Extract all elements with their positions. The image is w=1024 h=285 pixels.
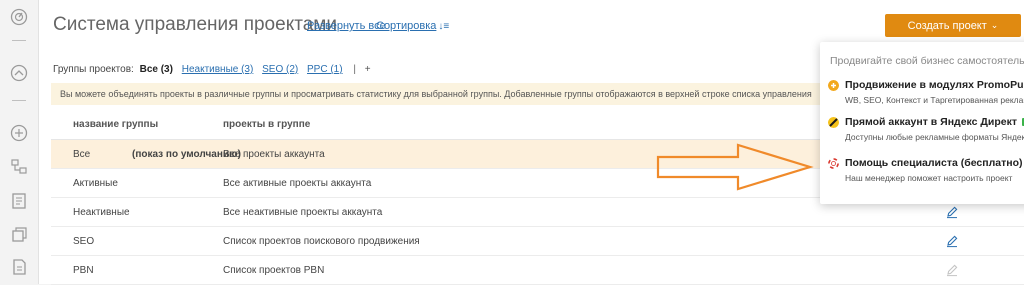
group-name: PBN xyxy=(73,264,94,276)
menu-item-title: Помощь специалиста (бесплатно) xyxy=(845,157,1023,169)
group-name: Активные xyxy=(73,177,118,189)
hierarchy-icon[interactable] xyxy=(10,124,28,142)
group-name: Все xyxy=(73,148,91,160)
sidebar-divider xyxy=(12,40,26,41)
page-title: Система управления проектами xyxy=(53,14,337,35)
groups-label: Группы проектов: xyxy=(53,64,134,75)
table-row: SEO Список проектов поискового продвижени… xyxy=(51,227,1024,256)
report-icon[interactable] xyxy=(10,192,28,210)
column-header-name: название группы xyxy=(73,118,159,130)
chevron-down-icon: ⌄ xyxy=(990,20,999,30)
group-filter-seo[interactable]: SEO (2) xyxy=(262,64,298,75)
sort-icon: ↓≡ xyxy=(438,21,450,32)
group-name-cell: PBN xyxy=(51,265,223,276)
group-filter-ppc[interactable]: PPC (1) xyxy=(307,64,343,75)
speedometer-icon[interactable] xyxy=(10,8,28,26)
group-projects-cell: Список проектов поискового продвижения xyxy=(223,235,420,247)
group-name-cell: SEO xyxy=(51,236,223,247)
sitemap-icon[interactable] xyxy=(10,158,28,176)
default-note: (показ по умолчанию) xyxy=(132,148,241,160)
pencil-icon[interactable] xyxy=(945,234,959,248)
stack-icon[interactable] xyxy=(10,226,28,244)
table-row: PBN Список проектов PBN xyxy=(51,256,1024,285)
pencil-icon[interactable] xyxy=(945,205,959,219)
menu-item-subtitle: WB, SEO, Контекст и Таргетированная рекл… xyxy=(845,95,1024,105)
info-banner: Вы можете объединять проекты в различные… xyxy=(51,83,820,105)
document-icon[interactable] xyxy=(10,258,28,276)
annotation-arrow xyxy=(656,143,814,191)
sidebar-divider xyxy=(12,100,26,101)
menu-item-title-text: Прямой аккаунт в Яндекс Директ xyxy=(845,116,1018,128)
create-project-label: Создать проект xyxy=(907,19,987,32)
group-projects-cell: Все неактивные проекты аккаунта xyxy=(223,206,383,218)
group-filter-bar: Группы проектов: Все (3) Неактивные (3) … xyxy=(53,64,371,75)
sidebar xyxy=(0,0,39,284)
yandex-direct-icon xyxy=(828,117,839,128)
group-name: Неактивные xyxy=(73,206,130,218)
group-name-cell: Все (показ по умолчанию) xyxy=(51,148,241,160)
sort-link[interactable]: Сортировка ↓≡ xyxy=(376,20,449,32)
speedometer-icon[interactable] xyxy=(10,64,28,82)
pencil-icon[interactable] xyxy=(945,263,959,277)
main-content: Система управления проектами Развернуть … xyxy=(39,0,1024,285)
group-separator: | xyxy=(353,64,356,75)
menu-item-subtitle: Доступны любые рекламные форматы Яндекс xyxy=(845,132,1024,142)
group-filter-all[interactable]: Все (3) xyxy=(140,64,173,75)
sort-label: Сортировка xyxy=(376,20,437,32)
promopult-icon xyxy=(828,80,839,91)
group-name-cell: Активные xyxy=(51,178,223,189)
add-group-button[interactable]: + xyxy=(365,64,371,75)
group-filter-inactive[interactable]: Неактивные (3) xyxy=(182,64,254,75)
menu-item-title: Прямой аккаунт в Яндекс Директnew xyxy=(845,116,1024,128)
group-projects-cell: Список проектов PBN xyxy=(223,264,325,276)
menu-item-subtitle: Наш менеджер поможет настроить проект xyxy=(845,173,1013,183)
group-name-cell: Неактивные xyxy=(51,207,223,218)
expand-all-link[interactable]: Развернуть все xyxy=(307,20,386,32)
dropdown-header: Продвигайте свой бизнес самостоятельно xyxy=(830,55,1024,67)
menu-item-title: Продвижение в модулях PromoPult xyxy=(845,79,1024,91)
create-project-button[interactable]: Создать проект ⌄ xyxy=(885,14,1021,37)
group-name: SEO xyxy=(73,235,95,247)
lifebuoy-icon xyxy=(828,158,839,169)
create-project-dropdown: Продвигайте свой бизнес самостоятельно П… xyxy=(820,42,1024,204)
